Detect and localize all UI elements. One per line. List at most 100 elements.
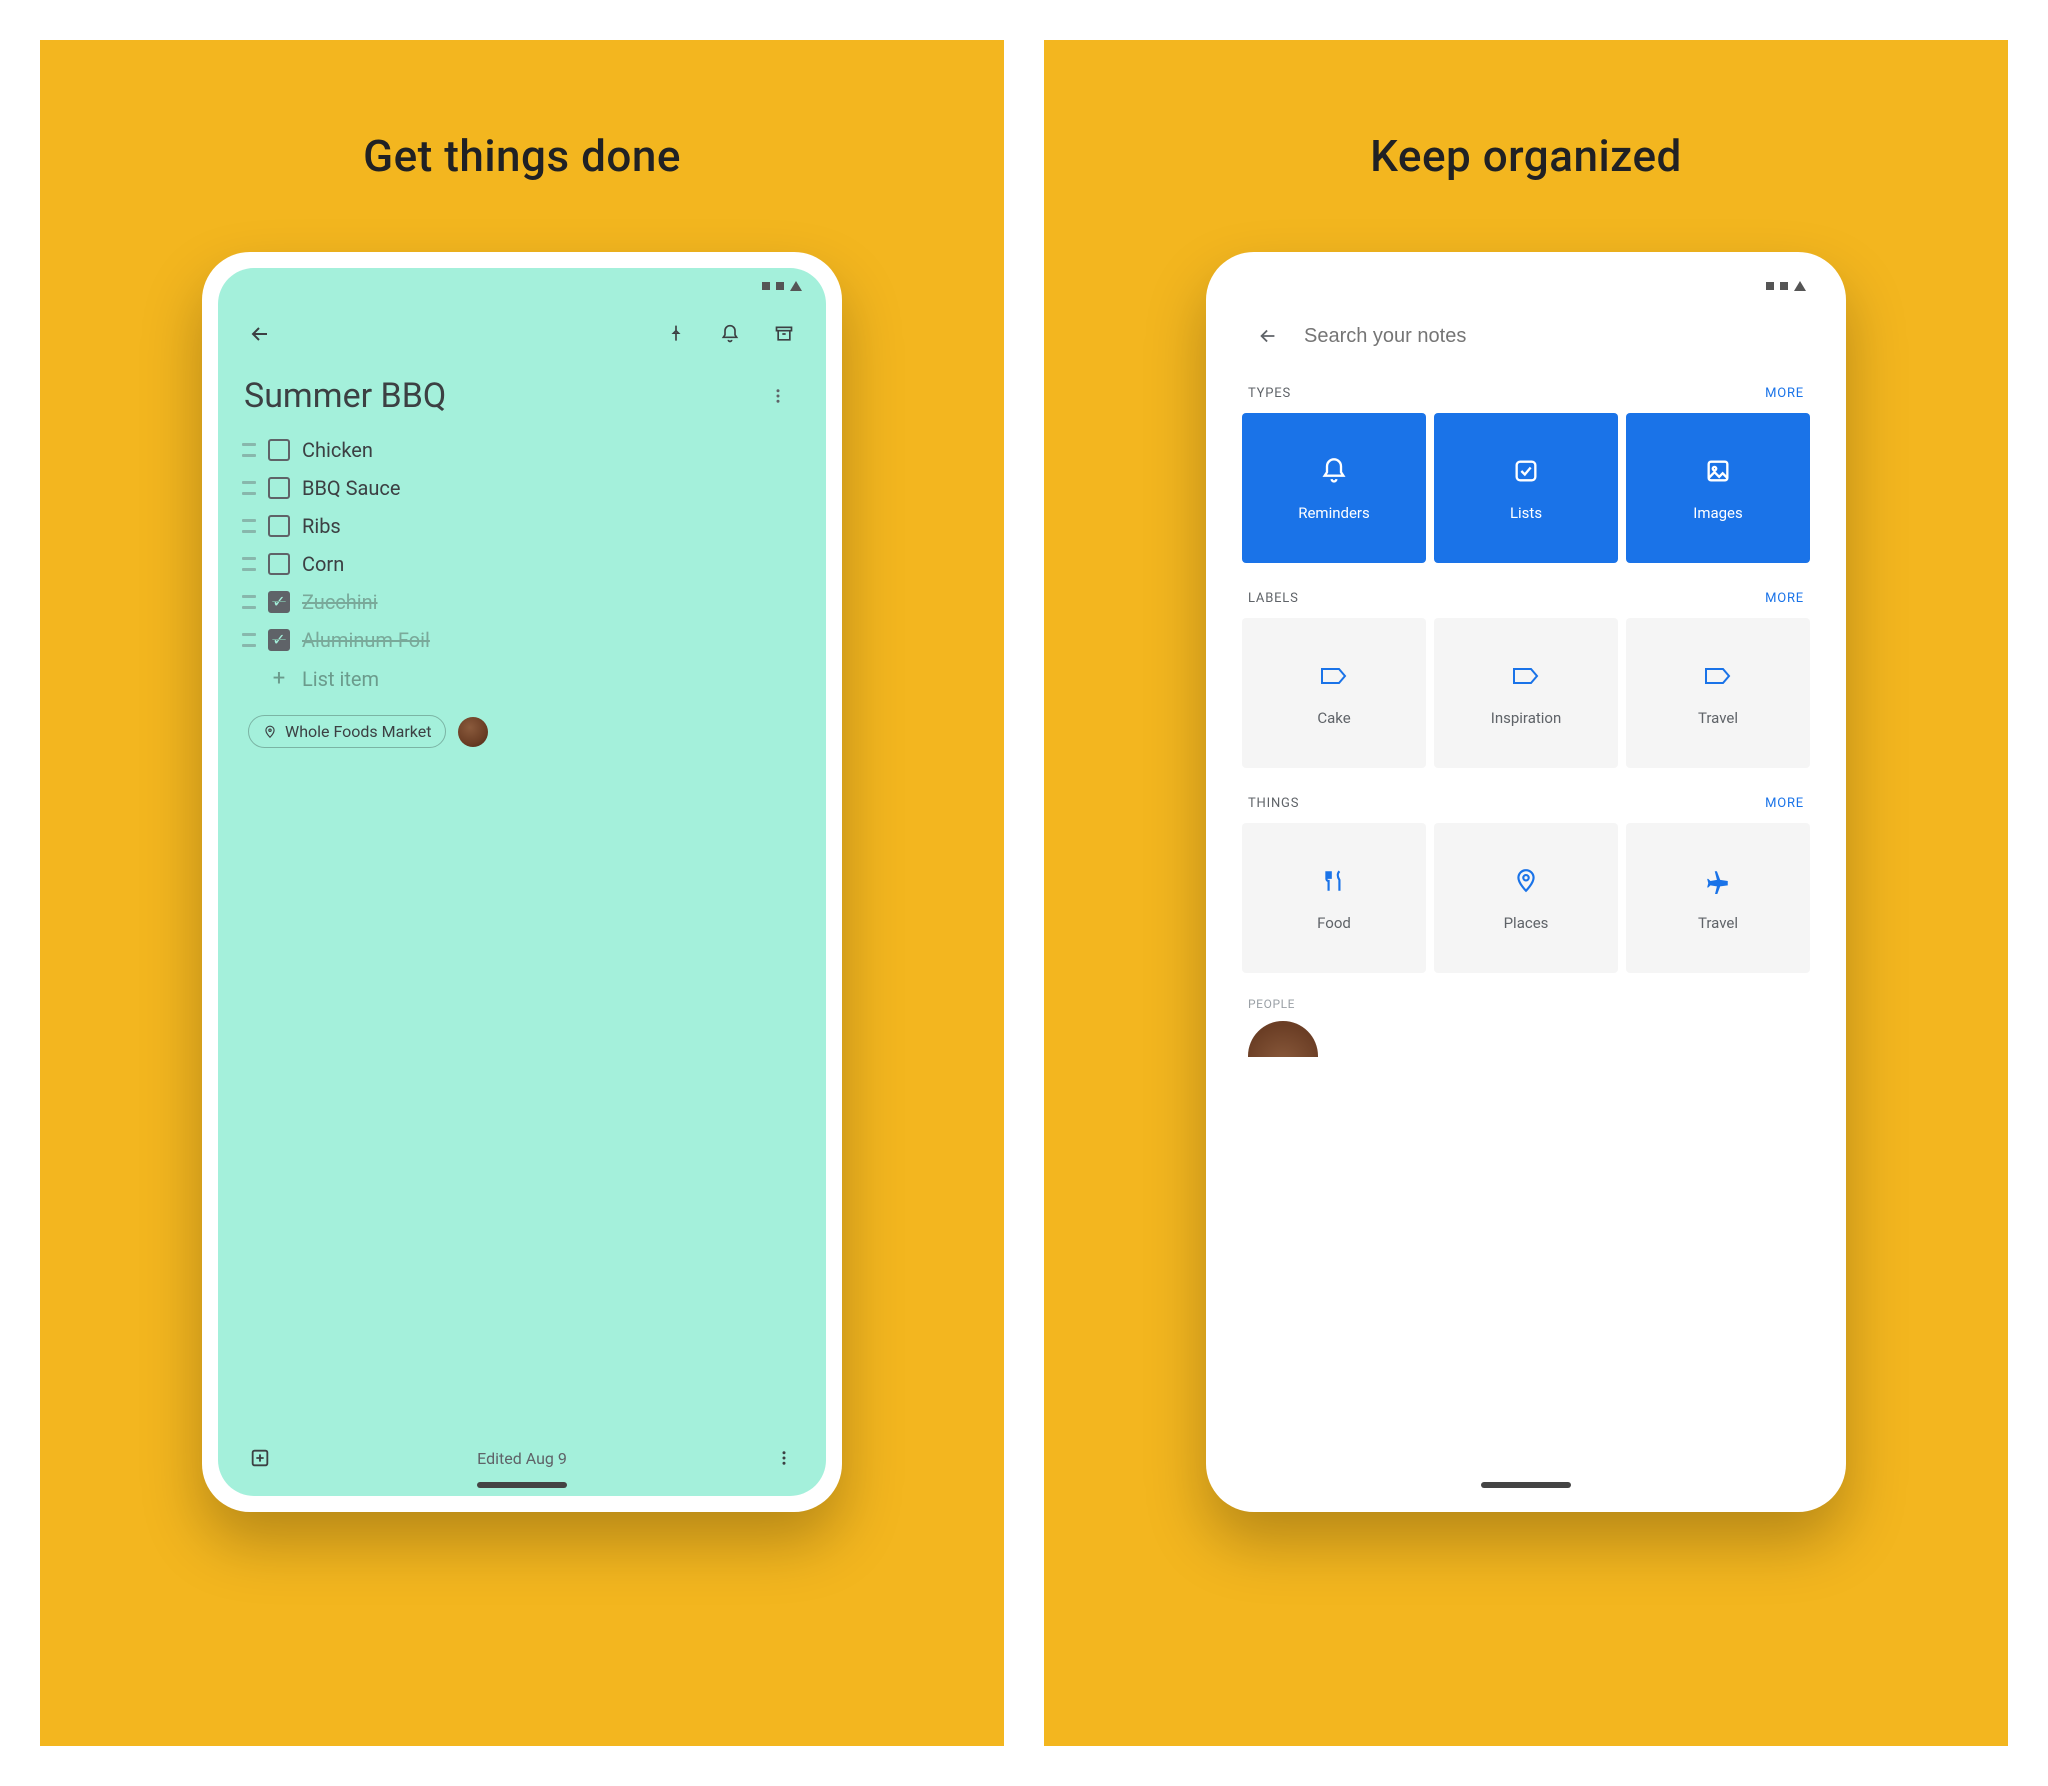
tag-icon — [1701, 659, 1735, 693]
people-row — [1222, 1021, 1830, 1067]
tile-images[interactable]: Images — [1626, 413, 1810, 563]
wifi-icon — [790, 281, 802, 291]
bell-icon — [1317, 454, 1351, 488]
drag-handle-icon[interactable] — [242, 633, 256, 647]
status-icon — [1780, 282, 1788, 290]
phone-frame-left: Summer BBQ Chicken BBQ Sauce — [202, 252, 842, 1512]
drag-handle-icon[interactable] — [242, 595, 256, 609]
checkbox[interactable] — [268, 439, 290, 461]
tile-label: Images — [1693, 504, 1743, 522]
section-label: THINGS — [1248, 796, 1299, 811]
checklist-item-label: Corn — [302, 552, 344, 576]
tile-grid-types: Reminders Lists Images — [1242, 413, 1810, 581]
back-button[interactable] — [238, 312, 282, 356]
checklist-item-label: BBQ Sauce — [302, 476, 401, 500]
phone-frame-right: TYPES MORE Reminders Lists — [1206, 252, 1846, 1512]
add-attachment-button[interactable] — [238, 1436, 282, 1480]
search-bar — [1222, 304, 1830, 376]
fork-knife-icon — [1317, 864, 1351, 898]
tile-reminders[interactable]: Reminders — [1242, 413, 1426, 563]
location-pin-icon — [1509, 864, 1543, 898]
person-avatar[interactable] — [1248, 1021, 1318, 1057]
back-button[interactable] — [1246, 314, 1290, 358]
section-types: TYPES MORE Reminders Lists — [1222, 376, 1830, 581]
section-labels: LABELS MORE Cake Inspiration — [1222, 581, 1830, 786]
tile-lists[interactable]: Lists — [1434, 413, 1618, 563]
checklist-item[interactable]: Chicken — [238, 432, 806, 468]
panel-right: Keep organized TYPES MORE — [1044, 40, 2008, 1746]
status-bar — [1222, 268, 1830, 304]
tile-grid-labels: Cake Inspiration Travel — [1242, 618, 1810, 786]
panel-title-right: Keep organized — [1370, 130, 1682, 182]
tile-label-travel[interactable]: Travel — [1626, 618, 1810, 768]
tile-label: Cake — [1317, 709, 1350, 727]
section-header: TYPES MORE — [1242, 376, 1810, 413]
checkbox[interactable] — [268, 477, 290, 499]
airplane-icon — [1701, 864, 1735, 898]
checkbox-checked[interactable]: ✓ — [268, 591, 290, 613]
note-title[interactable]: Summer BBQ — [244, 376, 756, 416]
section-header: THINGS MORE — [1242, 786, 1810, 823]
tile-thing-food[interactable]: Food — [1242, 823, 1426, 973]
section-things: THINGS MORE Food Places — [1222, 786, 1830, 991]
status-icon — [776, 282, 784, 290]
tag-icon — [1509, 659, 1543, 693]
section-people: PEOPLE — [1222, 991, 1830, 1021]
checkbox-checked[interactable]: ✓ — [268, 629, 290, 651]
panel-title-left: Get things done — [363, 130, 681, 182]
drag-handle-icon[interactable] — [242, 481, 256, 495]
tile-grid-things: Food Places Travel — [1242, 823, 1810, 991]
add-list-item[interactable]: + List item — [238, 660, 806, 697]
tile-label: Food — [1317, 914, 1351, 932]
tile-label: Lists — [1510, 504, 1542, 522]
checklist: Chicken BBQ Sauce Ribs Corn — [218, 428, 826, 697]
home-indicator — [1481, 1482, 1571, 1488]
checklist-item-label: Chicken — [302, 438, 373, 462]
status-icon — [762, 282, 770, 290]
section-more-link[interactable]: MORE — [1765, 386, 1804, 401]
pin-icon[interactable] — [654, 312, 698, 356]
checkbox-icon — [1509, 454, 1543, 488]
tile-label-cake[interactable]: Cake — [1242, 618, 1426, 768]
collaborator-avatar[interactable] — [458, 717, 488, 747]
checklist-item[interactable]: ✓ Aluminum Foil — [238, 622, 806, 658]
tile-label: Reminders — [1298, 504, 1370, 522]
checkbox[interactable] — [268, 515, 290, 537]
section-label: PEOPLE — [1248, 997, 1295, 1011]
section-more-link[interactable]: MORE — [1765, 796, 1804, 811]
note-overflow-menu[interactable] — [756, 374, 800, 418]
bottom-overflow-menu[interactable] — [762, 1436, 806, 1480]
checklist-item[interactable]: BBQ Sauce — [238, 470, 806, 506]
reminder-bell-icon[interactable] — [708, 312, 752, 356]
archive-icon[interactable] — [762, 312, 806, 356]
search-input[interactable] — [1304, 325, 1806, 348]
section-header: PEOPLE — [1242, 991, 1810, 1021]
tile-label: Travel — [1698, 709, 1738, 727]
section-label: LABELS — [1248, 591, 1299, 606]
location-chip[interactable]: Whole Foods Market — [248, 715, 446, 748]
tile-label: Travel — [1698, 914, 1738, 932]
checklist-item-label: Zucchini — [302, 590, 378, 614]
tag-icon — [1317, 659, 1351, 693]
status-icon — [1766, 282, 1774, 290]
checklist-item[interactable]: Corn — [238, 546, 806, 582]
tile-thing-travel[interactable]: Travel — [1626, 823, 1810, 973]
note-title-row: Summer BBQ — [218, 364, 826, 428]
checklist-item[interactable]: ✓ Zucchini — [238, 584, 806, 620]
location-pin-icon — [263, 725, 277, 739]
wifi-icon — [1794, 281, 1806, 291]
tile-thing-places[interactable]: Places — [1434, 823, 1618, 973]
panel-left: Get things done — [40, 40, 1004, 1746]
checklist-item[interactable]: Ribs — [238, 508, 806, 544]
tile-label: Inspiration — [1491, 709, 1562, 727]
drag-handle-icon[interactable] — [242, 519, 256, 533]
home-indicator — [477, 1482, 567, 1488]
checkbox[interactable] — [268, 553, 290, 575]
tile-label-inspiration[interactable]: Inspiration — [1434, 618, 1618, 768]
phone-screen-left: Summer BBQ Chicken BBQ Sauce — [218, 268, 826, 1496]
section-label: TYPES — [1248, 386, 1291, 401]
drag-handle-icon[interactable] — [242, 443, 256, 457]
drag-handle-icon[interactable] — [242, 557, 256, 571]
edited-timestamp: Edited Aug 9 — [477, 1449, 567, 1468]
section-more-link[interactable]: MORE — [1765, 591, 1804, 606]
